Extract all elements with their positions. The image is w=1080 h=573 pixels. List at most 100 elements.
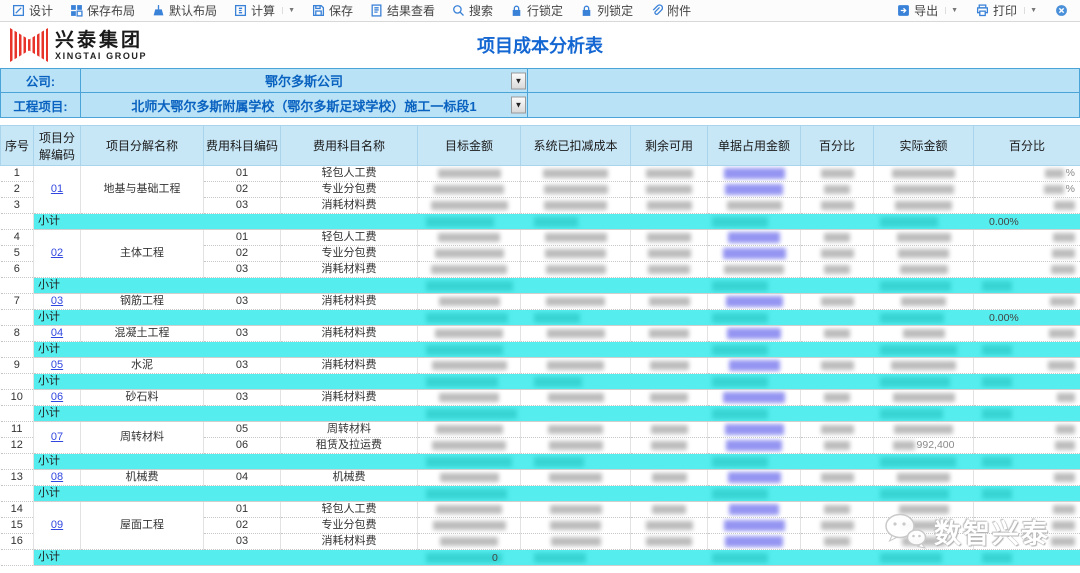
target-amount-cell [418,246,521,262]
project-filter-dropdown-icon[interactable]: ▼ [511,97,526,114]
project-code-link[interactable]: 04 [51,327,63,339]
dropdown-caret-icon[interactable]: ▼ [282,7,295,14]
redacted-value [646,185,692,194]
calculate-icon [234,4,247,17]
column-header-8: 单据占用金额 [708,126,801,166]
print-icon [976,4,989,17]
redacted-value [549,441,603,450]
actual-amount-cell [874,182,974,198]
redacted-value [880,409,943,419]
row-number: 5 [1,246,34,262]
company-logo: 兴泰集团 XINGTAI GROUP [10,28,147,62]
project-code-link[interactable]: 05 [51,359,63,371]
subtotal-cell: 小计 [34,278,1080,294]
subtotal-spacer-cell [1,214,34,230]
target-amount-cell [418,230,521,246]
redacted-value [897,233,951,242]
toolbar-save-layout-button[interactable]: 保存布局 [70,2,135,19]
redacted-value [729,360,780,371]
percentage2-cell [974,198,1080,214]
project-code-cell: 06 [34,390,81,406]
row-number: 10 [1,390,34,406]
system-deducted-cost-cell [521,166,631,182]
company-filter-value[interactable]: 鄂尔多斯公司 ▼ [81,69,528,92]
project-name-cell: 机械费 [81,470,204,486]
subtotal-row: 小计 [1,342,1080,358]
actual-amount-cell [874,326,974,342]
remaining-available-cell [631,534,708,550]
project-code-link[interactable]: 06 [51,391,63,403]
company-name: 鄂尔多斯公司 [265,71,343,90]
system-deducted-cost-cell [521,390,631,406]
project-code-link[interactable]: 09 [51,519,63,531]
company-filter-label: 公司: [1,69,81,92]
toolbar-default-layout-button[interactable]: 默认布局 [152,2,217,19]
subject-name: 消耗材料费 [281,326,418,342]
redacted-value [1044,185,1064,194]
toolbar-export-button[interactable]: 导出▼ [897,2,958,19]
redacted-value [1052,521,1075,530]
toolbar-attachment-button[interactable]: 附件 [650,2,691,19]
redacted-value [880,553,942,563]
redacted-value [982,345,1012,355]
redacted-value [549,473,602,482]
project-code-link[interactable]: 01 [51,183,63,195]
toolbar-close-button[interactable] [1055,4,1068,17]
project-code-link[interactable]: 03 [51,295,63,307]
project-filter-value[interactable]: 北师大鄂尔多斯附属学校（鄂尔多斯足球学校）施工一标段1 ▼ [81,93,528,117]
dropdown-caret-icon[interactable]: ▼ [1024,7,1037,14]
toolbar-design-button[interactable]: 设计 [12,2,53,19]
redacted-value [895,201,952,210]
subtotal-label: 小计 [38,343,60,355]
redacted-value [892,169,955,178]
system-deducted-cost-cell [521,246,631,262]
subject-name: 消耗材料费 [281,198,418,214]
actual-amount-cell [874,358,974,374]
redacted-value [728,232,780,243]
redacted-value [821,297,854,306]
redacted-value [712,457,768,467]
subject-code: 01 [204,502,281,518]
table-row: 804混凝土工程03消耗材料费 [1,326,1080,342]
remaining-available-cell [631,470,708,486]
toolbar-column-lock-button[interactable]: 列锁定 [580,2,633,19]
redacted-value [426,489,507,499]
toolbar-print-button[interactable]: 打印▼ [976,2,1037,19]
redacted-value [824,265,850,274]
subject-name: 轻包人工费 [281,502,418,518]
toolbar-calculate-button[interactable]: 计算▼ [234,2,295,19]
percentage2-cell [974,326,1080,342]
redacted-value [543,169,608,178]
toolbar-search-button[interactable]: 搜索 [452,2,493,19]
subject-code: 04 [204,470,281,486]
project-code-link[interactable]: 07 [51,431,63,443]
redacted-value [432,361,507,370]
redacted-value [725,424,784,435]
project-code-link[interactable]: 08 [51,471,63,483]
target-amount-cell [418,166,521,182]
project-name-cell: 混凝土工程 [81,326,204,342]
actual-amount-cell: 992,400 [874,438,974,454]
redacted-value [534,553,586,563]
project-code-link[interactable]: 02 [51,247,63,259]
target-amount-cell [418,358,521,374]
redacted-value [426,457,512,467]
toolbar-row-lock-button[interactable]: 行锁定 [510,2,563,19]
document-occupied-amount-cell [708,166,801,182]
redacted-value [431,265,507,274]
redacted-value [821,201,854,210]
company-filter-dropdown-icon[interactable]: ▼ [511,72,526,89]
redacted-value [821,425,854,434]
toolbar-result-view-button[interactable]: 结果查看 [370,2,435,19]
table-row: 1107周转材料05周转材料 [1,422,1080,438]
dropdown-caret-icon[interactable]: ▼ [945,7,958,14]
target-amount-cell [418,182,521,198]
subject-code: 02 [204,518,281,534]
row-number: 3 [1,198,34,214]
redacted-value [726,296,783,307]
redacted-value [727,201,782,210]
toolbar-save-button[interactable]: 保存 [312,2,353,19]
document-occupied-amount-cell [708,182,801,198]
remaining-available-cell [631,198,708,214]
project-code-cell: 08 [34,470,81,486]
